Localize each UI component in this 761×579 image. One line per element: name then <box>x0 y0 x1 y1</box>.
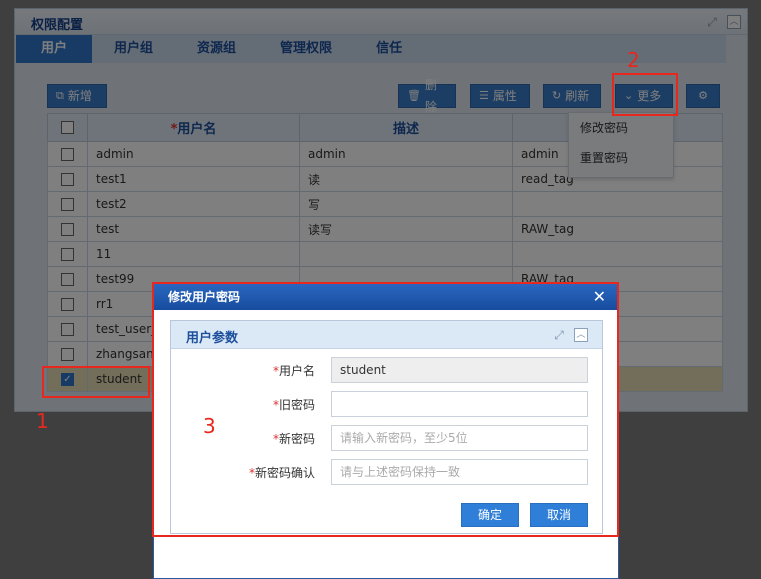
annotation-label-1: 1 <box>36 409 49 433</box>
annotation-box-1 <box>42 366 150 398</box>
annotation-label-3: 3 <box>203 414 216 438</box>
annotation-label-2: 2 <box>627 48 640 72</box>
annotation-box-2 <box>612 73 678 116</box>
annotation-box-3 <box>152 282 619 537</box>
